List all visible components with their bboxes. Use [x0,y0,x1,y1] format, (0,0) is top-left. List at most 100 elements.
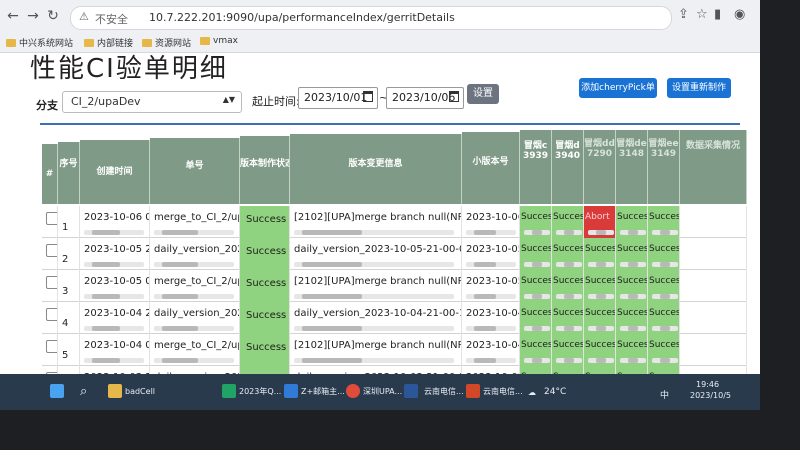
scrollbar-thumb[interactable] [474,326,496,331]
scrollbar-thumb[interactable] [162,294,198,299]
scrollbar-thumb[interactable] [596,358,606,363]
scrollbar-thumb[interactable] [532,326,542,331]
bookmark-4[interactable]: vmax [200,36,238,46]
cell-scrollbar[interactable] [556,358,582,363]
scrollbar-thumb[interactable] [92,294,120,299]
scrollbar-thumb[interactable] [660,262,670,267]
cell-scrollbar[interactable] [154,326,234,331]
cell-scrollbar[interactable] [294,294,454,299]
date-from-input[interactable]: 2023/10/01 [298,87,378,109]
taskbar-app-word[interactable] [404,378,421,404]
start-icon[interactable] [50,378,64,404]
scrollbar-thumb[interactable] [660,358,670,363]
set-button[interactable]: 设置 [467,84,499,104]
scrollbar-thumb[interactable] [532,358,542,363]
cell-scrollbar[interactable] [652,326,678,331]
cell-scrollbar[interactable] [524,326,550,331]
cell-scrollbar[interactable] [294,230,454,235]
scrollbar-thumb[interactable] [564,358,574,363]
cell-scrollbar[interactable] [620,358,646,363]
cell-scrollbar[interactable] [524,358,550,363]
reload-icon[interactable]: ↻ [44,7,62,25]
cell-scrollbar[interactable] [84,326,144,331]
row-checkbox-cell[interactable] [42,334,58,366]
scrollbar-thumb[interactable] [302,262,362,267]
scrollbar-thumb[interactable] [628,294,638,299]
table-row[interactable]: 1 2023-10-06 0 merge_to_CI_2/up Success [210… [42,206,747,238]
taskbar-app-badcell[interactable]: badCell [108,378,155,404]
scrollbar-thumb[interactable] [532,262,542,267]
profile-icon[interactable]: ◉ [734,7,745,22]
cell-scrollbar[interactable] [556,230,582,235]
cell-scrollbar[interactable] [84,262,144,267]
cell-scrollbar[interactable] [524,294,550,299]
cell-scrollbar[interactable] [524,262,550,267]
cell-scrollbar[interactable] [294,358,454,363]
scrollbar-thumb[interactable] [660,294,670,299]
scrollbar-thumb[interactable] [474,230,496,235]
cell-scrollbar[interactable] [154,358,234,363]
row-checkbox[interactable] [46,276,57,289]
scrollbar-thumb[interactable] [162,358,198,363]
row-checkbox-cell[interactable] [42,270,58,302]
cell-scrollbar[interactable] [620,326,646,331]
cell-scrollbar[interactable] [84,358,144,363]
cell-scrollbar[interactable] [588,326,614,331]
cell-scrollbar[interactable] [652,262,678,267]
search-icon[interactable]: ⌕ [80,378,87,404]
reset-build-button[interactable]: 设置重新制作 [667,78,731,98]
cell-scrollbar[interactable] [620,230,646,235]
cell-scrollbar[interactable] [620,294,646,299]
cell-scrollbar[interactable] [556,262,582,267]
row-checkbox-cell[interactable] [42,302,58,334]
row-checkbox[interactable] [46,308,57,321]
scrollbar-thumb[interactable] [474,294,496,299]
scrollbar-thumb[interactable] [302,294,362,299]
scrollbar-thumb[interactable] [660,326,670,331]
row-checkbox-cell[interactable] [42,238,58,270]
table-row[interactable]: 4 2023-10-04 2 daily_version_202 Success dai… [42,302,747,334]
row-checkbox[interactable] [46,212,57,225]
row-ticket[interactable]: daily_version_202 [150,238,240,270]
scrollbar-thumb[interactable] [92,326,120,331]
cell-scrollbar[interactable] [154,262,234,267]
row-ticket[interactable]: merge_to_CI_2/up [150,206,240,238]
cell-scrollbar[interactable] [620,262,646,267]
scrollbar-thumb[interactable] [302,230,362,235]
row-ticket[interactable]: merge_to_CI_2/up [150,270,240,302]
cell-scrollbar[interactable] [652,358,678,363]
row-checkbox-cell[interactable] [42,206,58,238]
scrollbar-thumb[interactable] [162,230,198,235]
ime-indicator[interactable]: 中 [660,388,669,401]
cell-scrollbar[interactable] [84,294,144,299]
taskbar-app-ppt[interactable]: 云南电信... [466,378,523,404]
cell-scrollbar[interactable] [588,230,614,235]
scrollbar-thumb[interactable] [564,326,574,331]
calendar-icon[interactable] [449,91,459,102]
date-to-input[interactable]: 2023/10/06 [386,87,464,109]
scrollbar-thumb[interactable] [564,230,574,235]
address-bar[interactable]: ⚠ 不安全 10.7.222.201:9090/upa/performanceI… [70,6,672,30]
scrollbar-thumb[interactable] [596,230,606,235]
scrollbar-thumb[interactable] [92,262,120,267]
cell-scrollbar[interactable] [466,262,516,267]
cell-scrollbar[interactable] [652,230,678,235]
row-ticket[interactable]: merge_to_CI_2/up [150,334,240,366]
cell-scrollbar[interactable] [466,230,516,235]
scrollbar-thumb[interactable] [302,358,362,363]
scrollbar-thumb[interactable] [628,230,638,235]
add-cherry-pick-button[interactable]: 添加cherryPick单 [579,78,657,98]
scrollbar-thumb[interactable] [660,230,670,235]
cell-scrollbar[interactable] [652,294,678,299]
row-checkbox[interactable] [46,244,57,257]
scrollbar-thumb[interactable] [564,262,574,267]
cell-scrollbar[interactable] [524,230,550,235]
table-row[interactable]: 2 2023-10-05 2 daily_version_202 Success dai… [42,238,747,270]
scrollbar-thumb[interactable] [628,262,638,267]
scrollbar-thumb[interactable] [596,326,606,331]
scrollbar-thumb[interactable] [162,262,198,267]
bookmark-star-icon[interactable]: ☆ [696,7,708,22]
cell-scrollbar[interactable] [466,294,516,299]
cell-scrollbar[interactable] [294,326,454,331]
cell-scrollbar[interactable] [588,262,614,267]
